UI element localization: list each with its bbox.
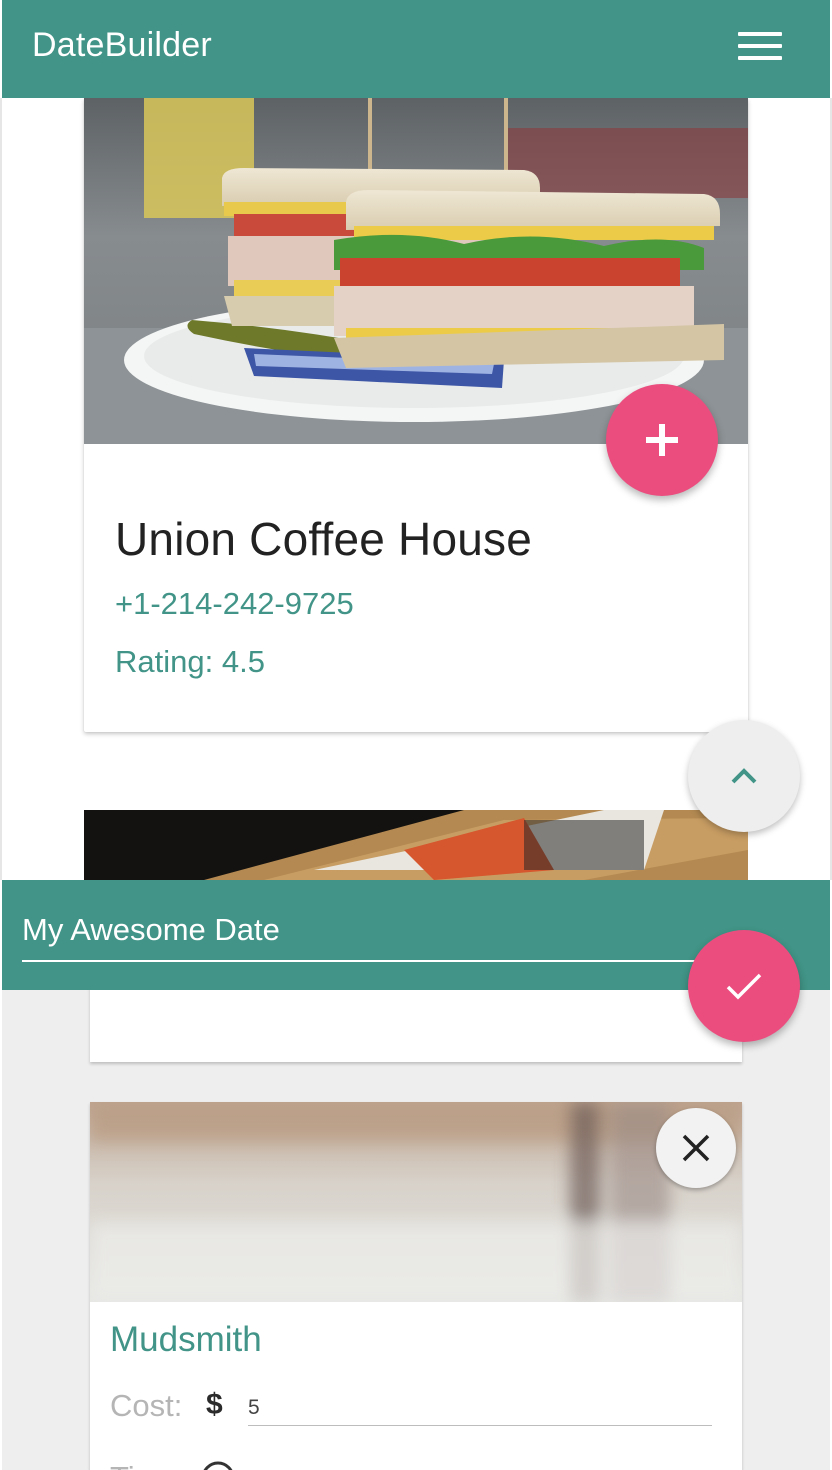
app-title: DateBuilder: [32, 26, 212, 64]
plus-icon: [646, 424, 678, 456]
place-photo-next: [84, 810, 748, 880]
remove-stop-button[interactable]: [656, 1108, 736, 1188]
add-to-date-button[interactable]: [606, 384, 718, 496]
date-title-input[interactable]: [22, 910, 698, 962]
place-card-next[interactable]: [84, 810, 748, 880]
date-stop-card: Mudsmith Cost: $ Time:: [90, 1102, 742, 1470]
hamburger-menu-icon: [738, 32, 782, 36]
scroll-up-button[interactable]: [688, 720, 800, 832]
stop-photo: [90, 1102, 742, 1302]
place-card[interactable]: Union Coffee House +1-214-242-9725 Ratin…: [84, 98, 748, 732]
menu-button[interactable]: [732, 24, 788, 70]
place-name: Union Coffee House: [115, 513, 533, 565]
place-phone-link[interactable]: +1-214-242-9725: [115, 586, 354, 622]
cost-label: Cost:: [110, 1388, 183, 1423]
check-icon: [726, 973, 762, 1000]
confirm-date-button[interactable]: [688, 930, 800, 1042]
time-label: Time:: [110, 1460, 186, 1470]
stop-name: Mudsmith: [110, 1320, 262, 1359]
left-divider: [0, 98, 2, 880]
close-icon: [682, 1134, 710, 1162]
app-bar: DateBuilder: [2, 0, 830, 98]
chevron-up-icon: [731, 768, 757, 784]
cost-input[interactable]: [248, 1390, 712, 1426]
clock-icon: [203, 1461, 233, 1470]
dollar-icon: $: [206, 1388, 223, 1421]
app-root: DateBuilder Union Coffee House +1-214-24…: [0, 0, 832, 1470]
place-rating: Rating: 4.5: [115, 644, 265, 679]
